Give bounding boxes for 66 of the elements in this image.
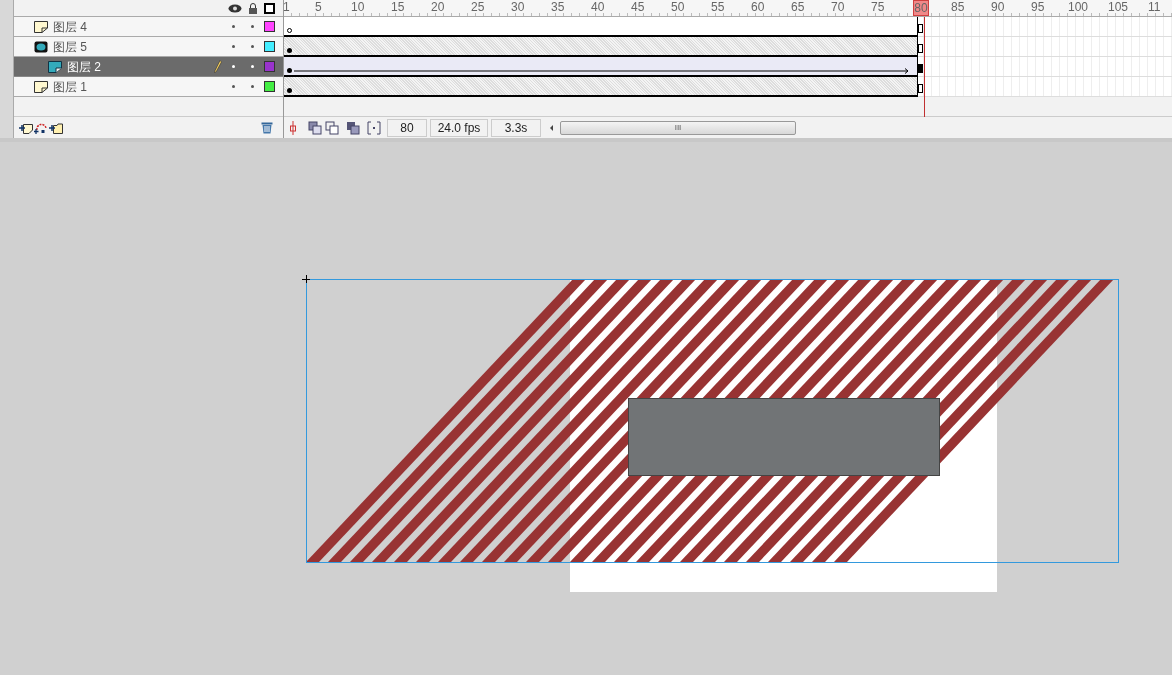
end-frame-icon (918, 84, 923, 93)
frame-number: 30 (511, 0, 525, 16)
end-frame-icon (918, 44, 923, 53)
frame-number: 50 (671, 0, 685, 16)
add-guide-layer-icon[interactable] (34, 121, 48, 134)
horizontal-scrollbar[interactable]: III (560, 120, 796, 135)
layer-color-swatch[interactable] (264, 21, 275, 32)
frame-number: 55 (711, 0, 725, 16)
scrollbar-grip: III (674, 123, 682, 132)
add-folder-icon[interactable] (49, 121, 63, 134)
layer-color-swatch[interactable] (264, 81, 275, 92)
masked-layer-icon (48, 60, 62, 73)
frame-number: 25 (471, 0, 485, 16)
edit-frames-icon[interactable] (346, 120, 360, 135)
layer-name: 图层 5 (53, 38, 87, 56)
onion-outline-icon[interactable] (325, 120, 339, 135)
frame-number: 40 (591, 0, 605, 16)
layer-name: 图层 1 (53, 78, 87, 96)
frame-span[interactable] (284, 17, 918, 37)
page-layer-icon (34, 20, 48, 33)
frame-number: 11 (1148, 0, 1161, 16)
registration-cross-icon (301, 274, 311, 284)
frame-number: 1 (283, 0, 290, 16)
eye-icon[interactable] (228, 3, 242, 13)
page-layer-icon (34, 80, 48, 93)
mask-layer-icon (34, 40, 48, 53)
onion-skin-icon[interactable] (308, 120, 322, 135)
frame-number: 10 (351, 0, 365, 16)
frame-number: 45 (631, 0, 645, 16)
layer-name: 图层 4 (53, 18, 87, 36)
frame-number: 100 (1068, 0, 1089, 16)
end-frame-icon (918, 64, 923, 73)
end-frame-icon (918, 24, 923, 33)
layer-color-swatch[interactable] (264, 61, 275, 72)
layer-row[interactable]: 图层 4 (14, 17, 283, 37)
frame-span[interactable] (284, 77, 918, 97)
frame-number: 70 (831, 0, 845, 16)
layer-row[interactable]: 图层 1 (14, 77, 283, 97)
frame-number: 20 (431, 0, 445, 16)
frame-number: 85 (951, 0, 965, 16)
frame-number: 80 (913, 0, 929, 16)
frame-span[interactable] (284, 37, 918, 57)
trash-icon[interactable] (261, 121, 273, 134)
frame-number: 95 (1031, 0, 1045, 16)
frame-number: 105 (1108, 0, 1129, 16)
layer-row[interactable]: 图层 2 (14, 57, 283, 77)
frame-number: 15 (391, 0, 405, 16)
outline-icon[interactable] (264, 2, 275, 14)
onion-markers-icon[interactable] (367, 120, 381, 135)
layer-name: 图层 2 (67, 58, 101, 76)
frame-number: 60 (751, 0, 765, 16)
elapsed-time: 3.3s (491, 118, 541, 137)
frame-number: 75 (871, 0, 885, 16)
frame-number: 90 (991, 0, 1005, 16)
frame-rate: 24.0 fps (430, 118, 488, 137)
current-frame: 80 (387, 118, 427, 137)
frame-number: 65 (791, 0, 805, 16)
add-layer-icon[interactable] (19, 121, 33, 134)
pencil-icon (214, 60, 222, 73)
layer-row[interactable]: 图层 5 (14, 37, 283, 57)
frame-span[interactable] (284, 57, 918, 77)
frame-number: 5 (315, 0, 322, 16)
center-frame-icon[interactable] (287, 120, 299, 135)
frame-number: 35 (551, 0, 565, 16)
lock-icon[interactable] (248, 2, 258, 14)
layer-color-swatch[interactable] (264, 41, 275, 52)
